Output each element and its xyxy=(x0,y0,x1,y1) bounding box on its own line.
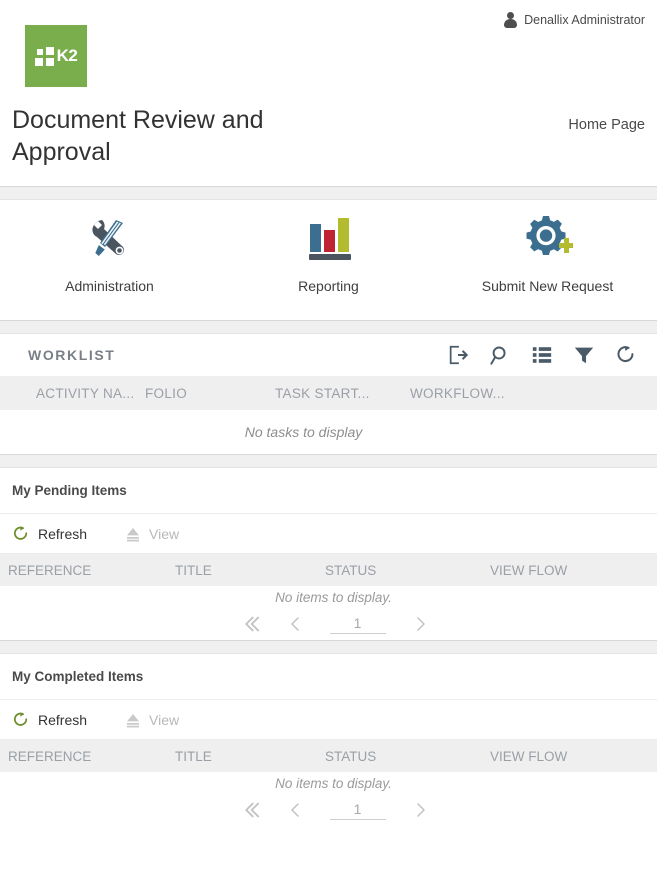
completed-view-button[interactable]: View xyxy=(125,712,179,728)
tile-administration[interactable]: Administration xyxy=(0,212,219,294)
pending-refresh-button[interactable]: Refresh xyxy=(12,525,87,543)
worklist-column-headers: ACTIVITY NA... FOLIO TASK START... WORKF… xyxy=(0,376,657,410)
pending-page-input[interactable] xyxy=(329,614,386,634)
worklist-col-activity-name[interactable]: ACTIVITY NA... xyxy=(0,386,145,401)
completed-items-toolbar: Refresh View xyxy=(0,700,657,740)
pending-items-panel: My Pending Items Refresh View REFERENCE … xyxy=(0,468,657,640)
completed-items-panel: My Completed Items Refresh View REFERENC… xyxy=(0,654,657,826)
tiles-divider xyxy=(0,320,657,334)
pending-column-headers: REFERENCE TITLE STATUS VIEW FLOW xyxy=(0,554,657,586)
action-tiles: Administration Reporting Submit New Requ… xyxy=(0,200,657,320)
pending-items-toolbar: Refresh View xyxy=(0,514,657,554)
completed-first-page-button[interactable] xyxy=(238,799,260,821)
user-avatar-icon xyxy=(503,12,518,28)
eject-up-arrow-icon xyxy=(127,527,140,541)
search-icon[interactable] xyxy=(489,344,511,366)
tile-label-reporting: Reporting xyxy=(298,278,359,294)
completed-page-input[interactable] xyxy=(329,800,386,820)
pending-col-reference[interactable]: REFERENCE xyxy=(0,563,175,578)
pending-empty-message: No items to display. xyxy=(0,586,657,608)
completed-items-title: My Completed Items xyxy=(0,654,657,700)
tile-label-administration: Administration xyxy=(65,278,154,294)
worklist-panel: WORKLIST ACTIVITY NA... FOLIO TASK START… xyxy=(0,334,657,454)
k2-logo: K2 xyxy=(25,25,87,87)
open-worklist-icon[interactable] xyxy=(447,344,469,366)
page-header: Denallix Administrator K2 Document Revie… xyxy=(0,0,657,186)
pending-col-title[interactable]: TITLE xyxy=(175,563,325,578)
completed-view-label: View xyxy=(149,711,180,728)
pending-view-button[interactable]: View xyxy=(125,526,179,542)
pending-previous-page-button[interactable] xyxy=(286,613,304,635)
pending-view-label: View xyxy=(149,525,180,542)
refresh-icon[interactable] xyxy=(615,344,637,366)
list-view-icon[interactable] xyxy=(531,344,553,366)
bar-chart-icon xyxy=(300,212,358,264)
completed-refresh-label: Refresh xyxy=(38,711,88,728)
worklist-divider xyxy=(0,454,657,468)
page-root: Denallix Administrator K2 Document Revie… xyxy=(0,0,657,875)
tile-label-submit-new-request: Submit New Request xyxy=(481,278,614,294)
worklist-title: WORKLIST xyxy=(28,347,116,363)
tile-submit-new-request[interactable]: Submit New Request xyxy=(438,212,657,294)
user-account[interactable]: Denallix Administrator xyxy=(503,12,645,28)
pending-col-view-flow[interactable]: VIEW FLOW xyxy=(490,563,650,578)
completed-col-title[interactable]: TITLE xyxy=(175,749,325,764)
pending-next-page-button[interactable] xyxy=(412,613,430,635)
pending-divider xyxy=(0,640,657,654)
completed-col-view-flow[interactable]: VIEW FLOW xyxy=(490,749,650,764)
completed-empty-message: No items to display. xyxy=(0,772,657,794)
completed-refresh-button[interactable]: Refresh xyxy=(12,711,87,729)
pending-items-title: My Pending Items xyxy=(0,468,657,514)
tile-reporting[interactable]: Reporting xyxy=(219,212,438,294)
completed-column-headers: REFERENCE TITLE STATUS VIEW FLOW xyxy=(0,740,657,772)
page-title: Document Review and Approval xyxy=(12,106,264,166)
worklist-toolbar xyxy=(447,344,637,366)
k2-logo-grid-icon xyxy=(34,46,54,66)
k2-logo-text: K2 xyxy=(56,46,78,65)
worklist-col-task-start[interactable]: TASK START... xyxy=(275,386,410,401)
eject-up-arrow-icon xyxy=(127,713,140,727)
completed-next-page-button[interactable] xyxy=(412,799,430,821)
home-page-link[interactable]: Home Page xyxy=(568,117,645,133)
worklist-col-folio[interactable]: FOLIO xyxy=(145,386,275,401)
gear-plus-icon xyxy=(519,212,577,264)
worklist-empty-message: No tasks to display xyxy=(0,410,657,454)
header-divider xyxy=(0,186,657,200)
completed-col-status[interactable]: STATUS xyxy=(325,749,490,764)
completed-previous-page-button[interactable] xyxy=(286,799,304,821)
pending-first-page-button[interactable] xyxy=(238,613,260,635)
pending-col-status[interactable]: STATUS xyxy=(325,563,490,578)
user-name-label: Denallix Administrator xyxy=(524,13,645,27)
filter-icon[interactable] xyxy=(573,344,595,366)
pending-refresh-label: Refresh xyxy=(38,525,88,542)
completed-col-reference[interactable]: REFERENCE xyxy=(0,749,175,764)
completed-pagination xyxy=(0,794,657,826)
pending-pagination xyxy=(0,608,657,640)
refresh-icon xyxy=(13,526,28,540)
wrench-screwdriver-icon xyxy=(81,212,139,264)
worklist-header: WORKLIST xyxy=(0,334,657,376)
refresh-icon xyxy=(13,712,28,726)
worklist-col-workflow[interactable]: WORKFLOW... xyxy=(410,386,550,401)
